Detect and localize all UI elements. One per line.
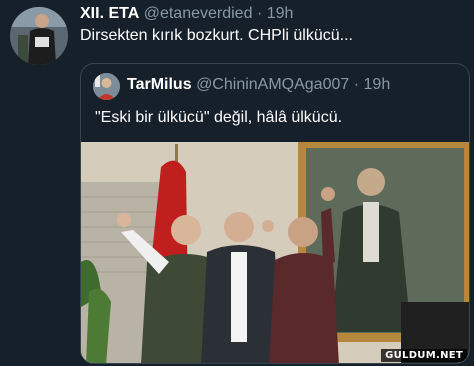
- author-avatar[interactable]: [10, 7, 68, 65]
- separator-dot: ·: [353, 76, 360, 93]
- quoted-tweet-photo[interactable]: GULDUM.NET: [81, 142, 469, 363]
- quoted-tweet-text: "Eski bir ülkücü" değil, hâlâ ülkücü.: [95, 109, 343, 126]
- separator-dot: ·: [256, 5, 263, 22]
- site-watermark: GULDUM.NET: [381, 349, 467, 362]
- author-handle[interactable]: @etaneverdied: [144, 5, 253, 22]
- author-name[interactable]: XII. ETA: [80, 5, 139, 22]
- quoted-tweet-card[interactable]: TarMilus @ChininAMQAga007 · 19h "Eski bi…: [80, 63, 470, 364]
- quoted-author-handle[interactable]: @ChininAMQAga007: [196, 76, 349, 93]
- quoted-tweet-timestamp[interactable]: 19h: [364, 76, 391, 93]
- quoted-author-avatar[interactable]: [93, 73, 120, 100]
- quoted-tweet-header: TarMilus @ChininAMQAga007 · 19h: [127, 76, 390, 94]
- avatar-photo-icon: [10, 7, 68, 65]
- tweet-header: XII. ETA @etaneverdied · 19h: [80, 5, 293, 23]
- quoted-author-name[interactable]: TarMilus: [127, 76, 192, 93]
- group-photo-icon: [81, 142, 469, 363]
- tweet-timestamp[interactable]: 19h: [267, 5, 294, 22]
- tweet-text: Dirsekten kırık bozkurt. CHPli ülkücü...: [80, 27, 353, 44]
- avatar-photo-icon: [93, 73, 120, 100]
